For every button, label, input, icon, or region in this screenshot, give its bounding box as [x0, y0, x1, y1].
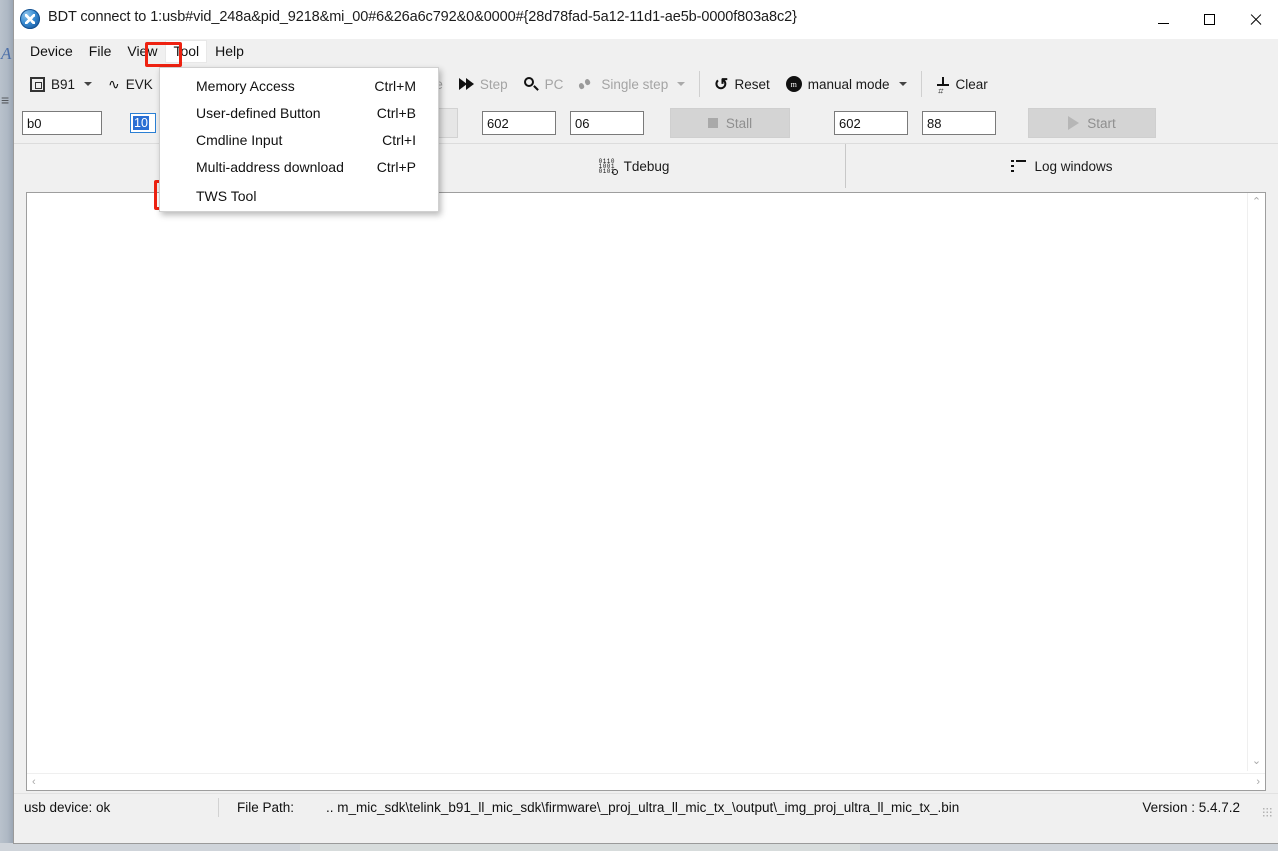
reset-button[interactable]: ↻ Reset — [706, 70, 778, 98]
start-label: Start — [1087, 116, 1116, 131]
status-bar: usb device: ok File Path: .. m_mic_sdk\t… — [14, 793, 1278, 821]
clear-label: Clear — [956, 77, 988, 92]
menu-bar: Device File View Tool Help — [14, 39, 1278, 65]
menu-item-label: TWS Tool — [196, 188, 256, 204]
clear-button[interactable]: ⌗ Clear — [928, 70, 996, 98]
menu-item-shortcut: Ctrl+M — [374, 78, 416, 94]
chevron-down-icon — [677, 82, 685, 86]
tab-log-windows[interactable]: Log windows — [846, 144, 1278, 188]
start-field-2[interactable] — [922, 111, 996, 135]
version-label: Version : 5.4.7.2 — [1132, 800, 1250, 815]
sws-field-1[interactable] — [482, 111, 556, 135]
footsteps-icon — [579, 78, 595, 91]
close-button[interactable] — [1232, 0, 1278, 38]
background-glyph-a: A — [1, 44, 11, 64]
minimize-icon — [1158, 23, 1169, 24]
horizontal-scrollbar[interactable]: ‹ › — [27, 773, 1265, 790]
sws-field-2[interactable] — [570, 111, 644, 135]
menu-item-shortcut: Ctrl+B — [377, 105, 416, 121]
start-button[interactable]: Start — [1028, 108, 1156, 138]
toolbar-separator-3 — [699, 71, 700, 97]
list-icon — [1011, 160, 1026, 173]
menu-item-label: Multi-address download — [196, 159, 344, 175]
minimize-button[interactable] — [1140, 0, 1186, 38]
pc-button[interactable]: PC — [516, 70, 572, 98]
stall-label: Stall — [726, 116, 752, 131]
menu-item-shortcut: Ctrl+P — [377, 159, 416, 175]
menu-item-tws-tool[interactable]: TWS Tool — [160, 180, 438, 211]
resize-grip[interactable] — [1262, 807, 1272, 817]
file-path-value: .. m_mic_sdk\telink_b91_ll_mic_sdk\firmw… — [304, 800, 969, 815]
single-step-button[interactable]: Single step — [571, 70, 693, 98]
address-input[interactable] — [22, 111, 102, 135]
chevron-down-icon — [84, 82, 92, 86]
menu-item-memory-access[interactable]: Memory Access Ctrl+M — [160, 72, 438, 99]
menu-item-user-defined-button[interactable]: User-defined Button Ctrl+B — [160, 99, 438, 126]
close-icon — [1249, 13, 1262, 26]
single-step-label: Single step — [601, 77, 668, 92]
step-button[interactable]: Step — [451, 70, 516, 98]
bdt-main-window: BDT connect to 1:usb#vid_248a&pid_9218&m… — [14, 0, 1278, 843]
menu-item-label: Cmdline Input — [196, 132, 282, 148]
length-input[interactable]: 10 — [130, 113, 156, 133]
window-controls — [1140, 0, 1278, 38]
menu-item-shortcut: Ctrl+I — [382, 132, 416, 148]
length-value: 10 — [133, 116, 149, 130]
chip-selector[interactable]: B91 — [22, 70, 100, 98]
content-area: ⌃ ⌄ ‹ › — [14, 188, 1278, 793]
toolbar-separator-4 — [921, 71, 922, 97]
manual-mode-button[interactable]: m manual mode — [778, 70, 915, 98]
tool-dropdown-menu: Memory Access Ctrl+M User-defined Button… — [159, 67, 439, 212]
menu-help[interactable]: Help — [207, 40, 252, 63]
chevron-down-icon — [899, 82, 907, 86]
start-field-1[interactable] — [834, 111, 908, 135]
vertical-scrollbar[interactable]: ⌃ ⌄ — [1247, 193, 1265, 771]
scroll-right-arrow[interactable]: › — [1254, 773, 1262, 792]
search-icon — [524, 77, 539, 92]
log-output-panel[interactable]: ⌃ ⌄ ‹ › — [26, 192, 1266, 791]
background-window-strip — [0, 0, 14, 851]
step-icon — [459, 78, 474, 90]
menu-item-multi-address-download[interactable]: Multi-address download Ctrl+P — [160, 153, 438, 180]
menu-view[interactable]: View — [119, 40, 165, 63]
waveform-icon: ∿ — [108, 77, 120, 91]
evk-label: EVK — [126, 77, 153, 92]
evk-selector[interactable]: ∿ EVK — [100, 70, 161, 98]
menu-item-label: Memory Access — [196, 78, 295, 94]
reset-label: Reset — [734, 77, 769, 92]
background-glyph-b: ≡ — [1, 92, 9, 108]
menu-tool[interactable]: Tool — [165, 40, 207, 63]
window-title: BDT connect to 1:usb#vid_248a&pid_9218&m… — [48, 9, 797, 25]
pc-label: PC — [545, 77, 564, 92]
step-label: Step — [480, 77, 508, 92]
maximize-icon — [1204, 14, 1215, 25]
scroll-left-arrow[interactable]: ‹ — [30, 773, 38, 792]
tab-tdebug[interactable]: 011010010101 Tdebug — [423, 144, 846, 188]
play-icon — [1068, 116, 1079, 130]
stall-button[interactable]: Stall — [670, 108, 790, 138]
mode-icon: m — [786, 76, 802, 92]
menu-item-label: User-defined Button — [196, 105, 321, 121]
menu-item-cmdline-input[interactable]: Cmdline Input Ctrl+I — [160, 126, 438, 153]
manual-mode-label: manual mode — [808, 77, 890, 92]
binary-search-icon: 011010010101 — [599, 159, 616, 174]
scroll-up-arrow[interactable]: ⌃ — [1250, 193, 1263, 212]
screen-root: A ≡ BDT connect to 1:usb#vid_248a&pid_92… — [0, 0, 1278, 851]
tab-tdebug-label: Tdebug — [624, 159, 670, 174]
scroll-down-arrow[interactable]: ⌄ — [1250, 752, 1263, 771]
menu-device[interactable]: Device — [22, 40, 81, 63]
clear-icon: ⌗ — [936, 77, 950, 92]
menu-file[interactable]: File — [81, 40, 120, 63]
file-path-label: File Path: — [219, 800, 304, 815]
tab-log-label: Log windows — [1034, 159, 1112, 174]
maximize-button[interactable] — [1186, 0, 1232, 38]
bdt-app-icon — [20, 9, 40, 29]
chip-label: B91 — [51, 77, 75, 92]
title-bar: BDT connect to 1:usb#vid_248a&pid_9218&m… — [14, 0, 1278, 39]
usb-status: usb device: ok — [14, 800, 218, 815]
stop-icon — [708, 118, 718, 128]
chip-icon — [30, 77, 45, 92]
reset-icon: ↻ — [714, 76, 728, 93]
